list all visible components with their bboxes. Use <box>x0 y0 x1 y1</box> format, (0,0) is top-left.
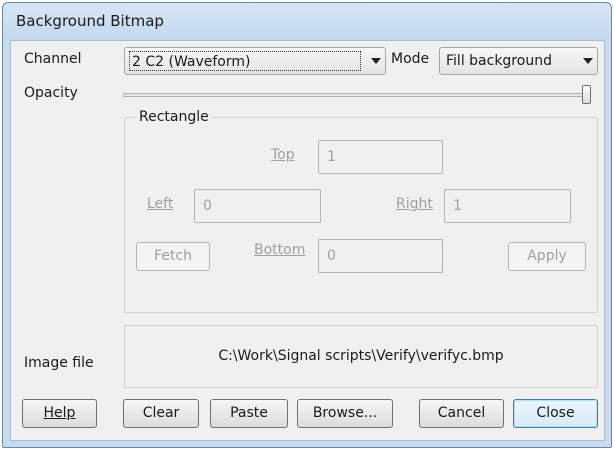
left-field[interactable]: 0 <box>194 189 321 223</box>
image-file-path: C:\Work\Signal scripts\Verify\verifyc.bm… <box>124 325 598 388</box>
top-label-text: Top <box>271 147 295 163</box>
right-label: Right <box>396 196 433 212</box>
bottom-label: Bottom <box>254 242 305 258</box>
opacity-slider-thumb[interactable] <box>582 85 591 104</box>
top-field[interactable]: 1 <box>318 140 443 174</box>
right-field[interactable]: 1 <box>444 189 571 223</box>
cancel-button[interactable]: Cancel <box>419 399 504 428</box>
rectangle-group-label: Rectangle <box>136 109 212 125</box>
help-button[interactable]: Help <box>22 399 97 428</box>
top-label: Top <box>271 147 295 163</box>
left-label: Left <box>147 196 173 212</box>
title-bar[interactable]: Background Bitmap <box>3 3 611 40</box>
mode-selected-value: Fill background <box>446 53 552 69</box>
channel-label: Channel <box>24 51 82 67</box>
apply-button[interactable]: Apply <box>508 242 586 271</box>
opacity-slider-track[interactable] <box>123 93 591 97</box>
dialog-window: Background Bitmap Channel 2 C2 (Waveform… <box>2 2 612 448</box>
bottom-field[interactable]: 0 <box>318 239 443 273</box>
dialog-client-area: Channel 2 C2 (Waveform) Mode Fill backgr… <box>10 40 605 441</box>
mode-dropdown[interactable]: Fill background <box>439 47 598 75</box>
fetch-button[interactable]: Fetch <box>136 242 210 271</box>
bottom-label-text: Bottom <box>254 242 306 258</box>
chevron-down-icon <box>371 58 381 64</box>
channel-selected-value: 2 C2 (Waveform) <box>129 51 361 71</box>
chevron-down-icon <box>583 58 593 64</box>
channel-dropdown[interactable]: 2 C2 (Waveform) <box>124 47 386 75</box>
browse-button[interactable]: Browse... <box>297 399 393 428</box>
clear-button[interactable]: Clear <box>123 399 199 428</box>
window-title: Background Bitmap <box>16 12 164 30</box>
opacity-label: Opacity <box>24 85 78 101</box>
close-button[interactable]: Close <box>513 399 598 428</box>
right-label-text: Right <box>396 196 433 212</box>
image-file-label: Image file <box>24 355 94 371</box>
paste-button[interactable]: Paste <box>210 399 288 428</box>
help-button-label: Help <box>43 405 76 421</box>
mode-label: Mode <box>391 51 430 67</box>
left-label-text: Left <box>147 196 174 212</box>
